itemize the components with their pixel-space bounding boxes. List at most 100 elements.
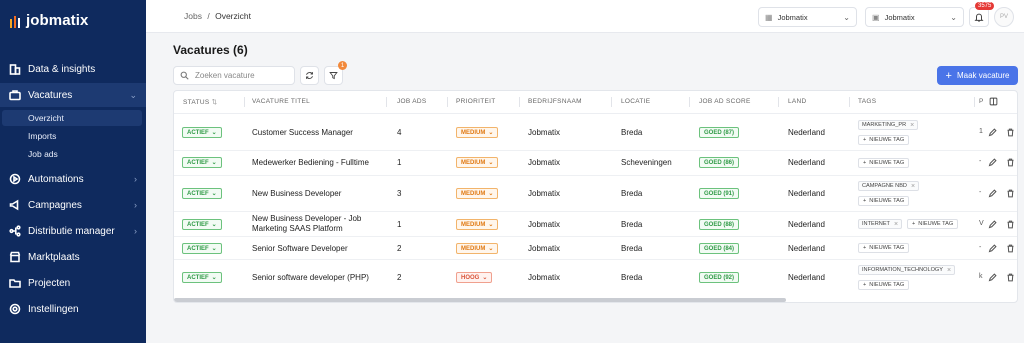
location: Breda bbox=[621, 128, 643, 137]
notification-badge: 3575 bbox=[975, 2, 995, 10]
project-select[interactable]: ▣ Jobmatix ⌄ bbox=[865, 7, 964, 27]
country: Nederland bbox=[788, 244, 825, 253]
table-row[interactable]: ACTIEF ⌄ New Business Developer 3 MEDIUM ⌄… bbox=[174, 176, 1017, 212]
column-header-tags[interactable]: TAGS bbox=[858, 98, 876, 105]
sidebar-item-vacatures[interactable]: Vacatures ⌄ bbox=[0, 83, 146, 107]
vacancy-title[interactable]: Senior software developer (PHP) bbox=[252, 273, 369, 282]
close-icon: × bbox=[910, 121, 915, 129]
refresh-button[interactable] bbox=[300, 66, 319, 85]
sidebar-subitem-job-ads[interactable]: Job ads bbox=[0, 146, 146, 162]
column-header-status[interactable]: STATUS ⇅ bbox=[183, 98, 217, 106]
company-name: Jobmatix bbox=[528, 158, 561, 167]
tag-chip[interactable]: INFORMATION_TECHNOLOGY × bbox=[858, 265, 956, 275]
edit-icon[interactable] bbox=[988, 189, 997, 198]
create-vacancy-button[interactable]: + Maak vacature bbox=[937, 66, 1018, 85]
status-badge[interactable]: ACTIEF ⌄ bbox=[182, 157, 222, 168]
sidebar-item-label: Vacatures bbox=[28, 89, 73, 101]
truncated-cell: k bbox=[979, 273, 983, 280]
tag-chip[interactable]: CAMPAGNE NBD × bbox=[858, 181, 920, 191]
table-row[interactable]: ACTIEF ⌄ New Business Developer - Job Mark… bbox=[174, 212, 1017, 237]
column-header-job-ads[interactable]: JOB ADS bbox=[397, 98, 427, 105]
trash-icon[interactable] bbox=[1006, 128, 1015, 137]
filter-icon bbox=[329, 72, 338, 80]
search-input[interactable] bbox=[195, 71, 285, 80]
score-badge: GOED (86) bbox=[699, 157, 740, 168]
chevron-down-icon: ⌄ bbox=[950, 12, 957, 22]
table-row[interactable]: ACTIEF ⌄ Medewerker Bediening - Fulltime … bbox=[174, 151, 1017, 176]
edit-icon[interactable] bbox=[988, 244, 997, 253]
country: Nederland bbox=[788, 189, 825, 198]
sidebar-item-automations[interactable]: Automations › bbox=[0, 167, 146, 191]
vacancy-title[interactable]: New Business Developer - Job Marketing SA… bbox=[252, 214, 361, 234]
trash-icon[interactable] bbox=[1006, 244, 1015, 253]
trash-icon[interactable] bbox=[1006, 158, 1015, 167]
tag-chip[interactable]: MARKETING_PR × bbox=[858, 120, 919, 130]
new-tag-button[interactable]: + NIEUWE TAG bbox=[907, 219, 959, 229]
trash-icon[interactable] bbox=[1006, 189, 1015, 198]
edit-icon[interactable] bbox=[988, 128, 997, 137]
edit-icon[interactable] bbox=[988, 158, 997, 167]
sidebar-item-distributie-manager[interactable]: Distributie manager › bbox=[0, 219, 146, 243]
sidebar-item-campagnes[interactable]: Campagnes › bbox=[0, 193, 146, 217]
logo-mark-icon bbox=[10, 14, 20, 28]
priority-badge[interactable]: MEDIUM ⌄ bbox=[456, 219, 499, 230]
status-badge[interactable]: ACTIEF ⌄ bbox=[182, 188, 222, 199]
horizontal-scrollbar[interactable] bbox=[174, 298, 786, 302]
status-badge[interactable]: ACTIEF ⌄ bbox=[182, 243, 222, 254]
row-actions bbox=[988, 128, 1015, 137]
column-header-location[interactable]: LOCATIE bbox=[621, 98, 650, 105]
table-row[interactable]: ACTIEF ⌄ Senior Software Developer 2 MEDI… bbox=[174, 237, 1017, 260]
column-header-priority[interactable]: PRIORITEIT bbox=[456, 98, 495, 105]
column-header-country[interactable]: LAND bbox=[788, 98, 807, 105]
sidebar-item-instellingen[interactable]: Instellingen bbox=[0, 297, 146, 321]
chevron-right-icon: › bbox=[134, 200, 137, 210]
vacancy-title[interactable]: Medewerker Bediening - Fulltime bbox=[252, 158, 369, 167]
table-row[interactable]: ACTIEF ⌄ Customer Success Manager 4 MEDIU… bbox=[174, 114, 1017, 151]
sidebar-subitem-label: Imports bbox=[28, 131, 57, 141]
vacancy-title[interactable]: New Business Developer bbox=[252, 189, 341, 198]
edit-icon[interactable] bbox=[988, 273, 997, 282]
sidebar-item-projecten[interactable]: Projecten bbox=[0, 271, 146, 295]
column-settings-icon[interactable] bbox=[989, 97, 998, 106]
new-tag-button[interactable]: + NIEUWE TAG bbox=[858, 135, 910, 145]
column-header-title[interactable]: VACATURE TITEL bbox=[252, 98, 310, 105]
trash-icon[interactable] bbox=[1006, 273, 1015, 282]
edit-icon[interactable] bbox=[988, 220, 997, 229]
priority-badge[interactable]: MEDIUM ⌄ bbox=[456, 188, 499, 199]
search-box[interactable] bbox=[173, 66, 295, 85]
vacancy-title[interactable]: Senior Software Developer bbox=[252, 244, 348, 253]
row-actions bbox=[988, 158, 1015, 167]
status-badge[interactable]: ACTIEF ⌄ bbox=[182, 272, 222, 283]
logo[interactable]: jobmatix bbox=[10, 12, 88, 29]
vacancy-title[interactable]: Customer Success Manager bbox=[252, 128, 353, 137]
column-header-truncated: P bbox=[979, 98, 984, 105]
priority-badge[interactable]: MEDIUM ⌄ bbox=[456, 243, 499, 254]
breadcrumb-root[interactable]: Jobs bbox=[184, 11, 202, 21]
priority-badge[interactable]: HOOG ⌄ bbox=[456, 272, 493, 283]
table-row[interactable]: ACTIEF ⌄ Senior software developer (PHP) … bbox=[174, 260, 1017, 296]
new-tag-button[interactable]: + NIEUWE TAG bbox=[858, 280, 910, 290]
location: Breda bbox=[621, 189, 643, 198]
column-header-score[interactable]: JOB AD SCORE bbox=[699, 98, 751, 105]
building-icon bbox=[9, 63, 21, 75]
sidebar-item-marktplaats[interactable]: Marktplaats bbox=[0, 245, 146, 269]
notifications-button[interactable] bbox=[969, 7, 989, 27]
sidebar-subitem-imports[interactable]: Imports bbox=[0, 128, 146, 144]
tag-chip[interactable]: INTERNET × bbox=[858, 219, 903, 229]
new-tag-button[interactable]: + NIEUWE TAG bbox=[858, 158, 910, 168]
column-header-company[interactable]: BEDRIJFSNAAM bbox=[528, 98, 582, 105]
priority-badge[interactable]: MEDIUM ⌄ bbox=[456, 127, 499, 138]
avatar[interactable]: PV bbox=[994, 7, 1014, 27]
score-badge: GOED (84) bbox=[699, 243, 740, 254]
new-tag-button[interactable]: + NIEUWE TAG bbox=[858, 243, 910, 253]
score-badge: GOED (87) bbox=[699, 127, 740, 138]
priority-badge[interactable]: MEDIUM ⌄ bbox=[456, 157, 499, 168]
sidebar-subitem-overzicht[interactable]: Overzicht bbox=[2, 110, 142, 126]
new-tag-button[interactable]: + NIEUWE TAG bbox=[858, 196, 910, 206]
filter-count-badge: 1 bbox=[338, 61, 347, 70]
status-badge[interactable]: ACTIEF ⌄ bbox=[182, 219, 222, 230]
sidebar-item-data-insights[interactable]: Data & insights bbox=[0, 57, 146, 81]
status-badge[interactable]: ACTIEF ⌄ bbox=[182, 127, 222, 138]
company-select[interactable]: ▦ Jobmatix ⌄ bbox=[758, 7, 857, 27]
trash-icon[interactable] bbox=[1006, 220, 1015, 229]
